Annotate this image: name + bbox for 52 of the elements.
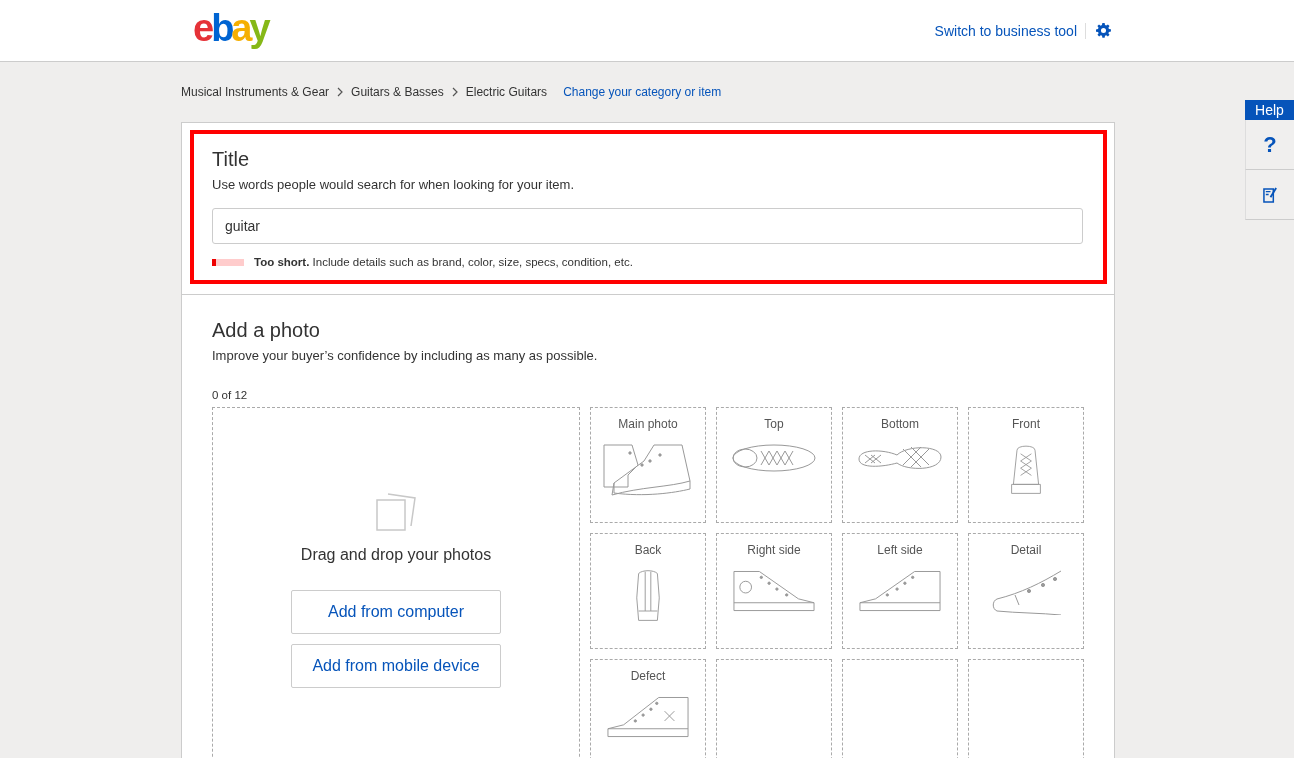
photo-slot[interactable] — [716, 659, 832, 758]
drop-zone[interactable]: Drag and drop your photos Add from computer Add from mobile device — [212, 407, 580, 758]
sneaker-icon — [602, 443, 694, 499]
section-heading: Add a photo — [212, 319, 321, 342]
change-category-link[interactable]: Change your category or item — [563, 85, 722, 99]
photo-slot[interactable] — [842, 659, 958, 758]
slot-label: Detail — [1010, 543, 1042, 557]
photo-slot[interactable]: Top — [716, 407, 832, 523]
chevron-icon — [337, 87, 344, 97]
quality-meter — [212, 258, 244, 266]
breadcrumb-link[interactable]: Musical Instruments & Gear — [181, 85, 330, 99]
add-photo-button[interactable]: Add from mobile device — [291, 644, 501, 688]
photo-slot[interactable]: Front — [968, 407, 1084, 523]
section-hint: Improve your buyer’s confidence by including as many as possible. — [212, 348, 599, 363]
slot-label: Bottom — [881, 417, 919, 431]
sneaker-front-icon — [1008, 443, 1044, 497]
title-input[interactable]: guitar — [212, 208, 1083, 244]
help-tab[interactable]: Help — [1245, 100, 1294, 120]
photo-slot[interactable]: Main photo — [590, 407, 706, 523]
photo-slot[interactable]: Left side — [842, 533, 958, 649]
section-hint: Use words people would search for when looking for your item. — [212, 177, 575, 192]
drop-text: Drag and drop your photos — [300, 546, 492, 564]
slot-label: Back — [634, 543, 662, 557]
photo-slot[interactable]: Bottom — [842, 407, 958, 523]
slot-label: Top — [764, 417, 784, 431]
sneaker-top-icon — [731, 443, 817, 473]
logo[interactable]: ebay — [193, 7, 268, 50]
edit-note-icon — [1262, 186, 1278, 203]
slot-label: Main photo — [618, 417, 678, 431]
photo-slot[interactable]: Back — [590, 533, 706, 649]
slot-label: Defect — [630, 669, 666, 683]
sneaker-detail-icon — [991, 569, 1061, 615]
slot-label: Front — [1012, 417, 1040, 431]
photos-icon — [375, 492, 417, 532]
sneaker-back-icon — [633, 569, 663, 623]
feedback-text: Too short. Include details such as brand, color, size, specs, condition, etc. — [254, 256, 633, 268]
photo-count: 0 of 12 — [212, 389, 249, 401]
slot-label: Left side — [877, 543, 923, 557]
photo-slot[interactable]: Detail — [968, 533, 1084, 649]
settings-icon[interactable] — [1096, 23, 1111, 38]
switch-link[interactable]: Switch to business tool — [934, 22, 1086, 39]
help-button[interactable]: ? — [1245, 120, 1294, 170]
photo-slot[interactable] — [968, 659, 1084, 758]
section-heading: Title — [212, 148, 251, 171]
chevron-icon — [451, 87, 458, 97]
breadcrumb-link[interactable]: Electric Guitars — [465, 85, 548, 99]
photo-slot[interactable]: Right side — [716, 533, 832, 649]
photo-slot[interactable]: Defect — [590, 659, 706, 758]
feedback-button[interactable] — [1245, 170, 1294, 220]
slot-label: Right side — [747, 543, 801, 557]
breadcrumb-link[interactable]: Guitars & Basses — [351, 85, 444, 99]
add-photo-button[interactable]: Add from computer — [291, 590, 501, 634]
